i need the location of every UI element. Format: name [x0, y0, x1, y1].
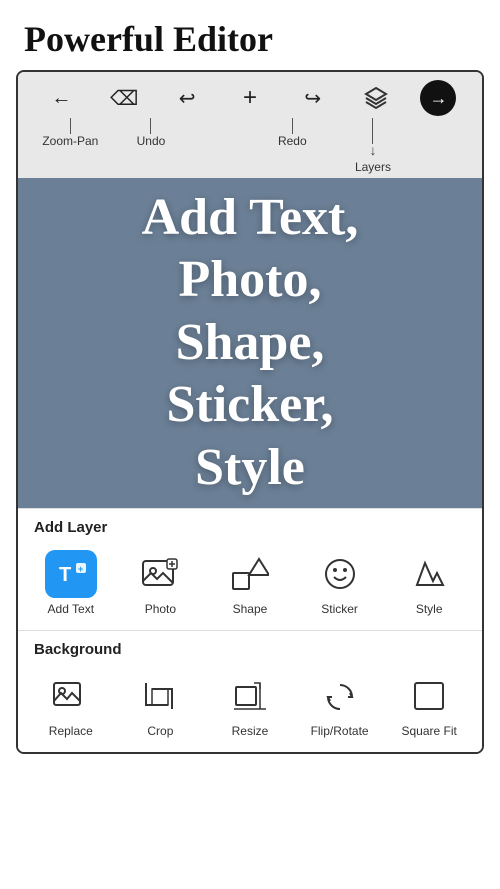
add-text-label: Add Text: [48, 602, 94, 616]
add-layer-title: Add Layer: [18, 508, 482, 542]
go-button[interactable]: →: [420, 80, 456, 116]
style-tool[interactable]: Style: [384, 546, 474, 620]
photo-label: Photo: [145, 602, 176, 616]
flip-rotate-icon-wrap: [314, 672, 366, 720]
back-icon[interactable]: ←: [43, 80, 79, 116]
sticker-tool[interactable]: Sticker: [295, 546, 385, 620]
square-fit-label: Square Fit: [401, 724, 456, 738]
add-text-tool[interactable]: T + Add Text: [26, 546, 116, 620]
style-icon-wrap: [403, 550, 455, 598]
toolbar: ← ⌫ ↩ + ↪ → Zoom-Pan: [18, 72, 482, 178]
editor-card: ← ⌫ ↩ + ↪ → Zoom-Pan: [16, 70, 484, 754]
sticker-icon-wrap: [314, 550, 366, 598]
undo-label-group: Undo: [121, 118, 181, 148]
add-layer-tools: T + Add Text: [18, 542, 482, 630]
shape-tool[interactable]: Shape: [205, 546, 295, 620]
svg-text:T: T: [59, 564, 71, 586]
background-title: Background: [18, 630, 482, 664]
photo-tool[interactable]: Photo: [116, 546, 206, 620]
crop-tool[interactable]: Crop: [116, 668, 206, 742]
add-icon[interactable]: +: [232, 80, 268, 116]
resize-tool[interactable]: Resize: [205, 668, 295, 742]
svg-text:+: +: [78, 564, 83, 574]
down-arrow: ↓: [369, 144, 376, 160]
square-fit-icon-wrap: [403, 672, 455, 720]
redo-label: Redo: [278, 134, 307, 148]
page-title: Powerful Editor: [0, 0, 500, 70]
flip-rotate-tool[interactable]: Flip/Rotate: [295, 668, 385, 742]
redo-icon[interactable]: ↪: [295, 80, 331, 116]
replace-icon-wrap: [45, 672, 97, 720]
zoom-pan-label-group: Zoom-Pan: [40, 118, 100, 148]
add-text-icon-wrap: T +: [45, 550, 97, 598]
replace-tool[interactable]: Replace: [26, 668, 116, 742]
flip-rotate-label: Flip/Rotate: [311, 724, 369, 738]
background-tools: Replace Crop: [18, 664, 482, 752]
zoom-pan-label: Zoom-Pan: [42, 134, 98, 148]
crop-label: Crop: [147, 724, 173, 738]
crop-icon-wrap: [134, 672, 186, 720]
layers-icon[interactable]: [358, 80, 394, 116]
zoom-pan-icon[interactable]: ⌫: [106, 80, 142, 116]
shape-icon-wrap: [224, 550, 276, 598]
square-fit-tool[interactable]: Square Fit: [384, 668, 474, 742]
layers-label-group: ↓ Layers: [343, 118, 403, 174]
style-label: Style: [416, 602, 443, 616]
canvas-area: Add Text,Photo,Shape,Sticker,Style: [18, 178, 482, 508]
sticker-label: Sticker: [321, 602, 358, 616]
bottom-panel: Add Layer T + Add Text: [18, 508, 482, 752]
redo-label-group: Redo: [262, 118, 322, 148]
undo-label: Undo: [137, 134, 166, 148]
photo-icon-wrap: [134, 550, 186, 598]
undo-icon[interactable]: ↩: [169, 80, 205, 116]
layers-label: Layers: [355, 160, 391, 174]
resize-icon-wrap: [224, 672, 276, 720]
canvas-main-text: Add Text,Photo,Shape,Sticker,Style: [142, 187, 359, 499]
resize-label: Resize: [232, 724, 269, 738]
shape-label: Shape: [233, 602, 268, 616]
replace-label: Replace: [49, 724, 93, 738]
